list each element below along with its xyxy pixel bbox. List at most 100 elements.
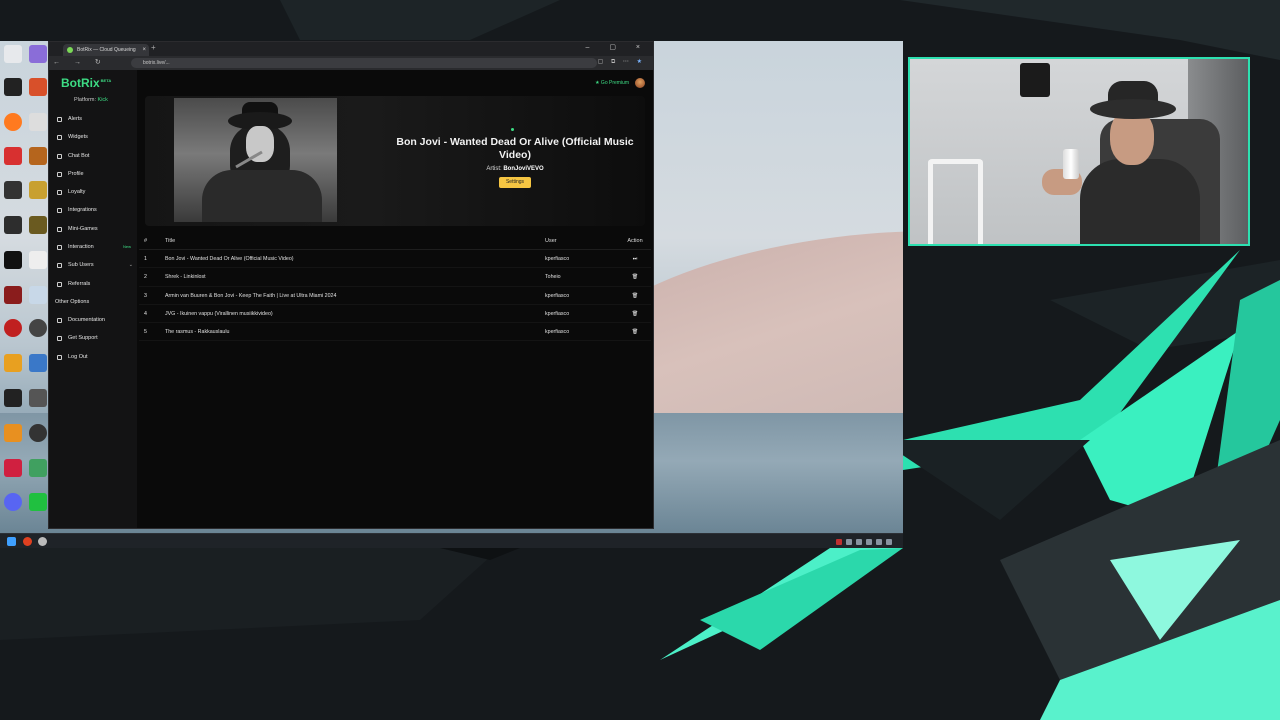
- sidebar-item-label: Sub Users: [68, 262, 94, 269]
- desktop-icon[interactable]: [29, 78, 47, 96]
- desktop-icon[interactable]: [4, 354, 22, 372]
- delete-icon[interactable]: 🗑: [627, 311, 643, 317]
- tray-icon[interactable]: [835, 538, 842, 545]
- desktop-icon[interactable]: [29, 354, 47, 372]
- firefox-icon[interactable]: [4, 113, 22, 131]
- extension-icons[interactable]: ▢ ⧉ ⋯ ★: [598, 58, 645, 66]
- botrix-logo[interactable]: BotRixBETA: [61, 76, 111, 90]
- row-title: Shrek - Linkinlost: [165, 274, 206, 281]
- desktop-icon[interactable]: [29, 181, 47, 199]
- webcam-overlay: [908, 57, 1250, 246]
- sidebar-item-mini-games[interactable]: Mini-Games: [49, 220, 137, 238]
- sidebar-item-referrals[interactable]: Referrals: [49, 275, 137, 293]
- sidebar-item-loyalty[interactable]: Loyalty: [49, 183, 137, 201]
- desktop-icon[interactable]: [29, 459, 47, 477]
- referrals-icon: [57, 281, 62, 287]
- taskbar-app-icon[interactable]: [38, 537, 47, 546]
- sidebar-item-label: Interaction: [68, 244, 94, 251]
- sidebar-item-chat-bot[interactable]: Chat Bot: [49, 147, 137, 165]
- address-bar-row: ← → ↻ botrix.live/... ▢ ⧉ ⋯ ★: [49, 56, 653, 70]
- window-controls[interactable]: – ▢ ×: [586, 43, 649, 51]
- row-title: Armin van Buuren & Bon Jovi - Keep The F…: [165, 292, 337, 299]
- sidebar-item-documentation[interactable]: Documentation: [49, 311, 137, 329]
- desktop-icon[interactable]: [4, 424, 22, 442]
- row-user: kperfiasco: [545, 310, 570, 317]
- desktop-icon[interactable]: [4, 286, 22, 304]
- desktop-icon[interactable]: [4, 251, 22, 269]
- sidebar-item-sub-users[interactable]: Sub Users ⌄: [49, 256, 137, 274]
- sidebar-item-integrations[interactable]: Integrations: [49, 201, 137, 219]
- clock[interactable]: [896, 540, 897, 544]
- desktop-icon[interactable]: [4, 181, 22, 199]
- sidebar-item-interaction[interactable]: Interaction New: [49, 238, 137, 256]
- stream-canvas: BotRix — Cloud Queueing × + – ▢ × ← → ↻ …: [0, 0, 1280, 720]
- windows-start-icon[interactable]: [7, 537, 16, 546]
- desktop-icons: [0, 41, 50, 521]
- taskbar: [0, 533, 903, 548]
- desktop-icon[interactable]: [29, 389, 47, 407]
- desktop-icon[interactable]: [29, 424, 47, 442]
- delete-icon[interactable]: 🗑: [627, 329, 643, 335]
- sidebar-item-label: Alerts: [68, 116, 83, 122]
- now-playing-card: Bon Jovi - Wanted Dead Or Alive (Officia…: [145, 96, 645, 226]
- cam-hanging-shirt: [1020, 63, 1050, 97]
- desktop-icon[interactable]: [4, 147, 22, 165]
- desktop-icon[interactable]: [4, 459, 22, 477]
- browser-tab[interactable]: BotRix — Cloud Queueing ×: [63, 44, 149, 56]
- row-title: Bon Jovi - Wanted Dead Or Alive (Officia…: [165, 256, 294, 262]
- sidebar-nav: Alerts Widgets Chat Bot Profile Loyalty …: [49, 110, 137, 366]
- go-premium-button[interactable]: ★ Go Premium: [595, 80, 629, 86]
- desktop-icon[interactable]: [29, 147, 47, 165]
- sidebar-item-label: Loyalty: [68, 189, 86, 196]
- desktop-icon[interactable]: [29, 113, 47, 131]
- row-user: kperfiasco: [545, 329, 570, 336]
- nav-buttons[interactable]: ← → ↻: [53, 58, 107, 66]
- row-num: 5: [144, 329, 147, 336]
- address-input[interactable]: botrix.live/...: [131, 58, 597, 68]
- sidebar-item-label: Widgets: [68, 134, 88, 141]
- browser-window: BotRix — Cloud Queueing × + – ▢ × ← → ↻ …: [48, 41, 654, 529]
- tray-icon[interactable]: [845, 538, 852, 545]
- sidebar-item-alerts[interactable]: Alerts: [49, 110, 137, 128]
- tab-strip: BotRix — Cloud Queueing × + – ▢ ×: [49, 42, 653, 56]
- sidebar-item-profile[interactable]: Profile: [49, 165, 137, 183]
- beta-badge: BETA: [100, 78, 112, 83]
- tab-title: BotRix — Cloud Queueing: [77, 47, 136, 53]
- tray-icon[interactable]: [855, 538, 862, 545]
- sidebar-item-label: Chat Bot: [68, 152, 90, 159]
- new-tab-button[interactable]: +: [151, 43, 156, 52]
- header-user: User: [545, 238, 557, 244]
- tray-icon[interactable]: [875, 538, 882, 545]
- sidebar-item-log-out[interactable]: Log Out: [49, 348, 137, 366]
- desktop-icon[interactable]: [4, 216, 22, 234]
- header-num: #: [144, 238, 148, 244]
- settings-button[interactable]: Settings: [499, 177, 531, 188]
- tray-icon[interactable]: [865, 538, 872, 545]
- desktop-icon[interactable]: [29, 286, 47, 304]
- discord-icon[interactable]: [4, 493, 22, 511]
- desktop-icon[interactable]: [29, 319, 47, 337]
- desktop-icon[interactable]: [29, 493, 47, 511]
- desktop-icon[interactable]: [4, 78, 22, 96]
- tray-icon[interactable]: [885, 538, 892, 545]
- chevron-down-icon[interactable]: ⌄: [129, 256, 133, 274]
- bookmark-star-icon[interactable]: ★: [637, 59, 645, 65]
- taskbar-app-icon[interactable]: [23, 537, 32, 546]
- skip-icon[interactable]: ⏭: [627, 256, 643, 262]
- sidebar-item-widgets[interactable]: Widgets: [49, 128, 137, 146]
- desktop-icon[interactable]: [4, 45, 22, 63]
- desktop-icon[interactable]: [29, 216, 47, 234]
- desktop-icon[interactable]: [29, 251, 47, 269]
- desktop-icon[interactable]: [29, 45, 47, 63]
- delete-icon[interactable]: 🗑: [627, 274, 643, 280]
- artist-name: BonJoviVEVO: [503, 166, 544, 172]
- artist-label: Artist:: [486, 166, 502, 172]
- desktop-icon[interactable]: [4, 389, 22, 407]
- desktop-icon[interactable]: [4, 319, 22, 337]
- close-tab-icon[interactable]: ×: [142, 44, 146, 56]
- video-thumbnail[interactable]: [174, 98, 337, 222]
- sidebar-item-get-support[interactable]: Get Support: [49, 329, 137, 347]
- sidebar-item-label: Mini-Games: [68, 225, 98, 232]
- avatar[interactable]: [635, 78, 645, 88]
- delete-icon[interactable]: 🗑: [627, 293, 643, 299]
